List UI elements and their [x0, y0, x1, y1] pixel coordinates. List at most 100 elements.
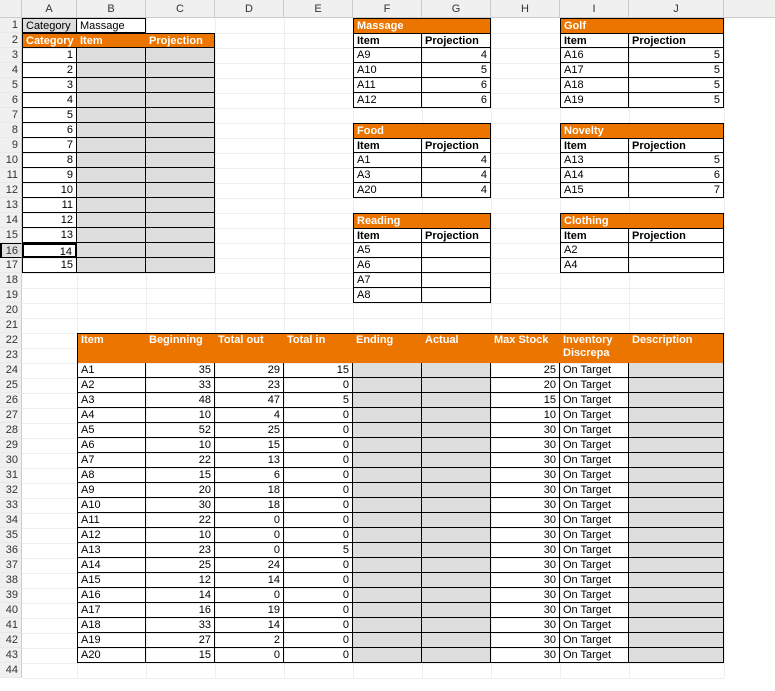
label-massage[interactable]: Massage — [77, 18, 146, 33]
inv-disc[interactable]: On Target — [560, 633, 629, 648]
inv-max[interactable]: 30 — [491, 543, 560, 558]
row-header-13[interactable]: 13 — [0, 198, 22, 213]
inv-desc[interactable] — [629, 438, 724, 453]
selected-cell[interactable]: 14 — [22, 243, 77, 258]
inv-beg[interactable]: 10 — [146, 408, 215, 423]
cat-row-num[interactable]: 5 — [22, 108, 77, 123]
inv-act[interactable] — [422, 618, 491, 633]
inv-act[interactable] — [422, 588, 491, 603]
cat-row-item[interactable] — [77, 183, 146, 198]
inv-in[interactable]: 5 — [284, 543, 353, 558]
inv-end[interactable] — [353, 543, 422, 558]
inv-item[interactable]: A15 — [77, 573, 146, 588]
inv-act[interactable] — [422, 498, 491, 513]
mini-item[interactable]: A3 — [353, 168, 422, 183]
inv-act[interactable] — [422, 453, 491, 468]
inv-in[interactable]: 5 — [284, 393, 353, 408]
inv-item[interactable]: A9 — [77, 483, 146, 498]
inv-item[interactable]: A12 — [77, 528, 146, 543]
inv-in[interactable]: 15 — [284, 363, 353, 378]
cat-row-num[interactable]: 10 — [22, 183, 77, 198]
inv-in[interactable]: 0 — [284, 558, 353, 573]
inv-max[interactable]: 30 — [491, 483, 560, 498]
cat-row-proj[interactable] — [146, 78, 215, 93]
inv-beg[interactable]: 10 — [146, 528, 215, 543]
mini-title[interactable]: Clothing — [560, 213, 629, 228]
row-header-23[interactable]: 23 — [0, 348, 22, 363]
mini-item[interactable]: A16 — [560, 48, 629, 63]
mini-title-b[interactable] — [422, 18, 491, 33]
label-category[interactable]: Category — [22, 18, 77, 33]
inv-beg[interactable]: 33 — [146, 378, 215, 393]
inv-act[interactable] — [422, 543, 491, 558]
inv-desc[interactable] — [629, 513, 724, 528]
inv-beg[interactable]: 22 — [146, 453, 215, 468]
spreadsheet[interactable]: ABCDEFGHIJ 12345678910111213141516171819… — [0, 0, 775, 18]
inv-desc[interactable] — [629, 423, 724, 438]
inv-desc[interactable] — [629, 543, 724, 558]
cat-row-item[interactable] — [77, 48, 146, 63]
inv-disc[interactable]: On Target — [560, 378, 629, 393]
mini-proj[interactable] — [629, 243, 724, 258]
inv-item[interactable]: A8 — [77, 468, 146, 483]
inv-hdr[interactable]: Inventory Discrepa — [560, 333, 629, 363]
cat-row-num[interactable]: 1 — [22, 48, 77, 63]
inv-in[interactable]: 0 — [284, 528, 353, 543]
inv-out[interactable]: 29 — [215, 363, 284, 378]
mini-hdr-proj[interactable]: Projection — [629, 138, 724, 153]
inv-out[interactable]: 0 — [215, 543, 284, 558]
inv-in[interactable]: 0 — [284, 498, 353, 513]
row-header-17[interactable]: 17 — [0, 258, 22, 273]
cat-row-proj[interactable] — [146, 108, 215, 123]
inv-end[interactable] — [353, 468, 422, 483]
inv-max[interactable]: 30 — [491, 558, 560, 573]
inv-in[interactable]: 0 — [284, 618, 353, 633]
mini-proj[interactable]: 7 — [629, 183, 724, 198]
col-header-I[interactable]: I — [560, 0, 629, 17]
inv-out[interactable]: 25 — [215, 423, 284, 438]
cat-hdr-projection[interactable]: Projection — [146, 33, 215, 48]
inv-in[interactable]: 0 — [284, 648, 353, 663]
row-header-33[interactable]: 33 — [0, 498, 22, 513]
inv-beg[interactable]: 35 — [146, 363, 215, 378]
cat-row-item[interactable] — [77, 123, 146, 138]
inv-item[interactable]: A6 — [77, 438, 146, 453]
cat-row-item[interactable] — [77, 228, 146, 243]
inv-item[interactable]: A7 — [77, 453, 146, 468]
cat-hdr-item[interactable]: Item — [77, 33, 146, 48]
inv-desc[interactable] — [629, 528, 724, 543]
mini-hdr-proj[interactable]: Projection — [422, 33, 491, 48]
inv-max[interactable]: 30 — [491, 438, 560, 453]
inv-out[interactable]: 23 — [215, 378, 284, 393]
row-header-4[interactable]: 4 — [0, 63, 22, 78]
col-header-E[interactable]: E — [284, 0, 353, 17]
mini-item[interactable]: A15 — [560, 183, 629, 198]
inv-act[interactable] — [422, 573, 491, 588]
cat-row-proj[interactable] — [146, 168, 215, 183]
row-header-3[interactable]: 3 — [0, 48, 22, 63]
inv-act[interactable] — [422, 648, 491, 663]
inv-max[interactable]: 15 — [491, 393, 560, 408]
row-header-24[interactable]: 24 — [0, 363, 22, 378]
inv-max[interactable]: 30 — [491, 618, 560, 633]
row-header-40[interactable]: 40 — [0, 603, 22, 618]
inv-max[interactable]: 30 — [491, 588, 560, 603]
inv-disc[interactable]: On Target — [560, 468, 629, 483]
row-header-12[interactable]: 12 — [0, 183, 22, 198]
inv-disc[interactable]: On Target — [560, 393, 629, 408]
row-header-1[interactable]: 1 — [0, 18, 22, 33]
inv-out[interactable]: 0 — [215, 513, 284, 528]
inv-beg[interactable]: 16 — [146, 603, 215, 618]
row-header-31[interactable]: 31 — [0, 468, 22, 483]
inv-end[interactable] — [353, 453, 422, 468]
mini-title[interactable]: Reading — [353, 213, 422, 228]
mini-proj[interactable]: 5 — [422, 63, 491, 78]
cat-row-proj[interactable] — [146, 93, 215, 108]
cat-row-proj[interactable] — [146, 63, 215, 78]
inv-desc[interactable] — [629, 453, 724, 468]
row-header-18[interactable]: 18 — [0, 273, 22, 288]
inv-desc[interactable] — [629, 408, 724, 423]
mini-proj[interactable]: 5 — [629, 63, 724, 78]
inv-disc[interactable]: On Target — [560, 438, 629, 453]
mini-title-b[interactable] — [629, 18, 724, 33]
